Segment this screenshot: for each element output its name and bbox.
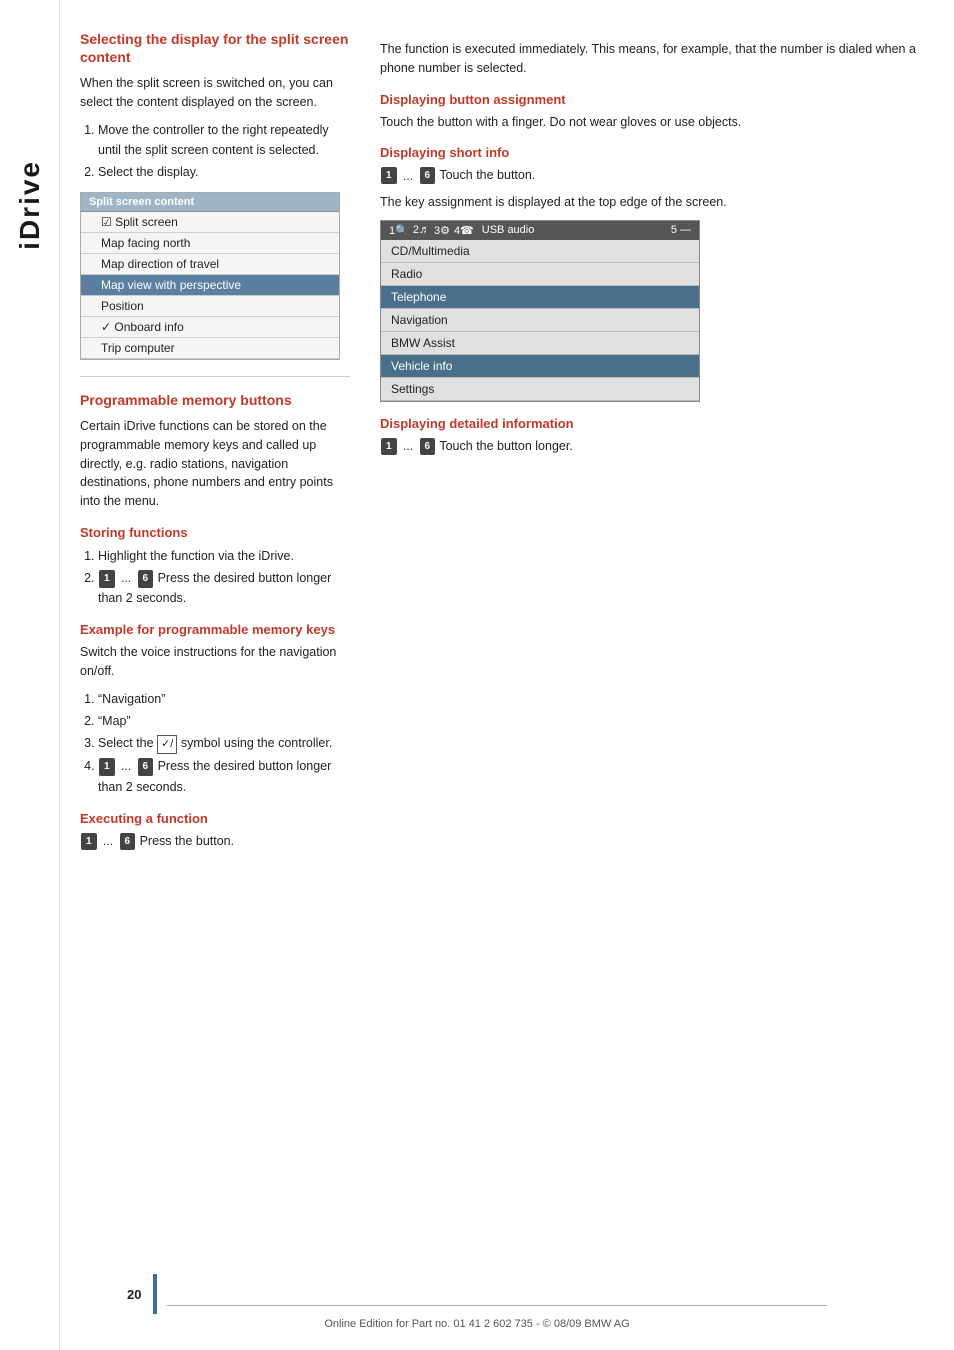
short-info-text: 1 ... 6 Touch the button. [380, 166, 934, 185]
storing-steps: Highlight the function via the iDrive. 1… [80, 546, 350, 608]
left-column: Selecting the display for the split scre… [60, 20, 370, 1330]
usb-item-vehicleinfo: Vehicle info [381, 355, 699, 378]
btn-badge-6a: 6 [138, 570, 154, 588]
menu-item-splitscreen: ☑ Split screen [81, 212, 339, 233]
section1-intro: When the split screen is switched on, yo… [80, 74, 350, 112]
usb-title-left: 1🔍 2♬ 3⚙ 4☎ USB audio [389, 224, 534, 237]
tab-3: 3⚙ [434, 224, 450, 237]
example-step4: 1 ... 6 Press the desired button longer … [98, 756, 350, 796]
footer-bar [153, 1274, 157, 1314]
menu-title: Split screen content [81, 193, 339, 212]
example-intro: Switch the voice instructions for the na… [80, 643, 350, 681]
usb-item-radio: Radio [381, 263, 699, 286]
btn-badge-1d: 1 [381, 167, 397, 184]
menu-item-onboard: Onboard info [81, 317, 339, 338]
footer-text: Online Edition for Part no. 01 41 2 602 … [324, 1318, 629, 1330]
example-steps: “Navigation” “Map” Select the ✓/ symbol … [80, 689, 350, 797]
detailed-info-text: 1 ... 6 Touch the button longer. [380, 437, 934, 456]
btn-assignment-text: Touch the button with a finger. Do not w… [380, 113, 934, 132]
right-intro-text: The function is executed immediately. Th… [380, 40, 934, 78]
usb-item-settings: Settings [381, 378, 699, 401]
usb-label: USB audio [482, 224, 535, 236]
menu-item-tripcomputer: Trip computer [81, 338, 339, 359]
btn-badge-6d: 6 [420, 167, 436, 184]
btn-badge-1c: 1 [81, 833, 97, 850]
btn-badge-6c: 6 [120, 833, 136, 850]
usb-item-cd: CD/Multimedia [381, 240, 699, 263]
tab-2: 2♬ [413, 224, 430, 236]
btn-badge-1a: 1 [99, 570, 115, 588]
storing-step2: 1 ... 6 Press the desired button longer … [98, 568, 350, 608]
tab-1: 1🔍 [389, 224, 409, 237]
example-step2: “Map” [98, 711, 350, 731]
btn-badge-1b: 1 [99, 758, 115, 776]
usb-item-navigation: Navigation [381, 309, 699, 332]
short-info-subtext: The key assignment is displayed at the t… [380, 193, 934, 212]
right-column: The function is executed immediately. Th… [370, 20, 954, 1330]
executing-heading: Executing a function [80, 811, 350, 826]
btn-badge-1e: 1 [381, 438, 397, 455]
usb-item-telephone: Telephone [381, 286, 699, 309]
section1-steps: Move the controller to the right repeate… [80, 120, 350, 182]
btn-badge-6e: 6 [420, 438, 436, 455]
footer: 20 Online Edition for Part no. 01 41 2 6… [0, 1274, 954, 1330]
usb-menu: 1🔍 2♬ 3⚙ 4☎ USB audio 5 — CD/Multimedia … [380, 220, 700, 402]
short-info-heading: Displaying short info [380, 145, 934, 160]
page-indicator: 5 — [671, 224, 691, 236]
menu-item-mapnorth: Map facing north [81, 233, 339, 254]
usb-title-bar: 1🔍 2♬ 3⚙ 4☎ USB audio 5 — [381, 221, 699, 240]
split-screen-menu: Split screen content ☑ Split screen Map … [80, 192, 340, 360]
storing-functions-heading: Storing functions [80, 525, 350, 540]
menu-item-position: Position [81, 296, 339, 317]
section1-step2: Select the display. [98, 162, 350, 182]
example-step1: “Navigation” [98, 689, 350, 709]
sidebar-label: iDrive [14, 160, 46, 250]
divider1 [80, 376, 350, 377]
section2-heading: Programmable memory buttons [80, 391, 350, 409]
detailed-info-heading: Displaying detailed information [380, 416, 934, 431]
sidebar: iDrive [0, 0, 60, 1350]
page-number: 20 [127, 1287, 141, 1302]
usb-item-bmwassist: BMW Assist [381, 332, 699, 355]
symbol-icon: ✓/ [157, 735, 177, 755]
menu-item-mapperspective: Map view with perspective [81, 275, 339, 296]
storing-step1: Highlight the function via the iDrive. [98, 546, 350, 566]
example-step3: Select the ✓/ symbol using the controlle… [98, 733, 350, 755]
example-heading: Example for programmable memory keys [80, 622, 350, 637]
tab-4: 4☎ [454, 224, 474, 237]
executing-text: 1 ... 6 Press the button. [80, 832, 350, 851]
section1-step1: Move the controller to the right repeate… [98, 120, 350, 160]
btn-assignment-heading: Displaying button assignment [380, 92, 934, 107]
menu-item-maptravel: Map direction of travel [81, 254, 339, 275]
btn-badge-6b: 6 [138, 758, 154, 776]
section1-heading: Selecting the display for the split scre… [80, 30, 350, 66]
footer-divider [167, 1305, 827, 1306]
section2-intro: Certain iDrive functions can be stored o… [80, 417, 350, 511]
